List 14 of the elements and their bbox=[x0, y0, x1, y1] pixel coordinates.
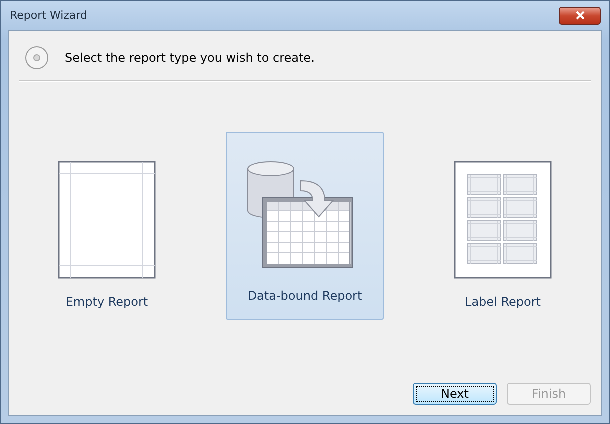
close-button[interactable] bbox=[559, 6, 601, 24]
disc-icon bbox=[25, 46, 49, 70]
report-type-label: Empty Report bbox=[66, 295, 148, 309]
report-type-option[interactable]: Data-bound Report bbox=[226, 132, 384, 320]
close-icon bbox=[576, 11, 584, 20]
wizard-button[interactable]: Next bbox=[413, 383, 497, 405]
blank-page-icon bbox=[58, 161, 156, 279]
window-title: Report Wizard bbox=[10, 9, 88, 22]
report-type-label: Label Report bbox=[465, 295, 541, 309]
instruction-text: Select the report type you wish to create. bbox=[65, 51, 315, 65]
report-type-label: Data-bound Report bbox=[248, 289, 362, 303]
report-type-option[interactable]: Empty Report bbox=[28, 132, 186, 320]
label-sheet-icon bbox=[454, 161, 552, 279]
report-type-option[interactable]: Label Report bbox=[424, 132, 582, 320]
